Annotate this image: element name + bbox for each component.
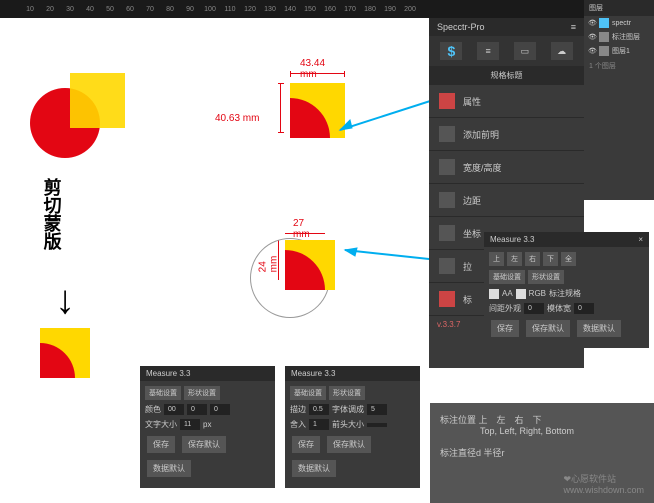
bottom-info: 标注位置 上 左 右 下 Top, Left, Right, Bottom 标注… bbox=[430, 403, 654, 503]
tab-dollar-icon[interactable]: $ bbox=[440, 42, 462, 60]
layers-panel[interactable]: 图层 👁spectr👁标注图层👁图层1 1 个图层 bbox=[584, 0, 654, 200]
layers-footer: 1 个图层 bbox=[584, 58, 654, 74]
checkbox[interactable] bbox=[516, 289, 526, 299]
layer-row[interactable]: 👁标注图层 bbox=[584, 30, 654, 44]
panel-tabs: $ ≡ ▭ ☁ bbox=[429, 36, 584, 66]
panel-title: Specctr-Pro bbox=[437, 22, 485, 32]
spec-item-properties[interactable]: 属性 bbox=[429, 85, 584, 118]
spec-item-add[interactable]: 添加前明 bbox=[429, 118, 584, 151]
delete-button[interactable]: 数据默认 bbox=[577, 320, 621, 337]
restore-button[interactable]: 保存默认 bbox=[526, 320, 570, 337]
close-icon[interactable]: × bbox=[638, 235, 643, 244]
save-button[interactable]: 保存 bbox=[491, 320, 519, 337]
panel-subtitle: 规格标题 bbox=[429, 66, 584, 85]
dimension-height: 40.63 mm bbox=[215, 113, 259, 124]
dimension-width: 27 mm bbox=[293, 218, 310, 240]
checkbox[interactable] bbox=[489, 289, 499, 299]
dimension-width: 43.44 mm bbox=[300, 58, 325, 80]
measure-panel-1[interactable]: Measure 3.3 基础设置形状设置 颜色0000 文字大小11px 保存保… bbox=[140, 366, 275, 488]
arrow-down-icon: ↓ bbox=[55, 278, 75, 323]
watermark: ❤心愿软件站 www.wishdown.com bbox=[563, 472, 644, 495]
spec-item-wh[interactable]: 宽度/高度 bbox=[429, 151, 584, 184]
panel-title[interactable]: Measure 3.3 bbox=[490, 235, 534, 244]
spec-item-margin[interactable]: 边距 bbox=[429, 184, 584, 217]
measure-panel-floating[interactable]: Measure 3.3× 上 左 右 下 全 基础设置形状设置 AA RGB 标… bbox=[484, 232, 649, 348]
tab-list-icon[interactable]: ≡ bbox=[477, 42, 499, 60]
canvas[interactable]: 剪切蒙版 ↓ 43.44 mm 40.63 mm 27 mm 24 mm bbox=[0, 18, 430, 418]
measure-panel-2[interactable]: Measure 3.3 基础设置形状设置 描边0.5字体调成5 舍入1前头大小 … bbox=[285, 366, 420, 488]
tab-box-icon[interactable]: ▭ bbox=[514, 42, 536, 60]
tab-cloud-icon[interactable]: ☁ bbox=[551, 42, 573, 60]
dim-line-v bbox=[280, 83, 281, 133]
clip-mask-label: 剪切蒙版 bbox=[40, 178, 62, 250]
ruler: 1020304050607080901001101201301401501601… bbox=[0, 0, 654, 18]
layer-row[interactable]: 👁图层1 bbox=[584, 44, 654, 58]
shape-result[interactable] bbox=[40, 328, 90, 378]
dim-line-h bbox=[290, 73, 345, 74]
position-tabs: 上 左 右 下 全 bbox=[489, 252, 644, 266]
panel-header[interactable]: Specctr-Pro ≡ bbox=[429, 18, 584, 36]
layer-row[interactable]: 👁spectr bbox=[584, 16, 654, 30]
panel-menu-icon[interactable]: ≡ bbox=[571, 22, 576, 32]
yellow-square[interactable] bbox=[70, 73, 125, 128]
dim-line-h bbox=[285, 233, 325, 234]
layers-title[interactable]: 图层 bbox=[584, 0, 654, 16]
yellow-square-result[interactable] bbox=[40, 328, 90, 378]
red-quarter bbox=[40, 343, 75, 378]
